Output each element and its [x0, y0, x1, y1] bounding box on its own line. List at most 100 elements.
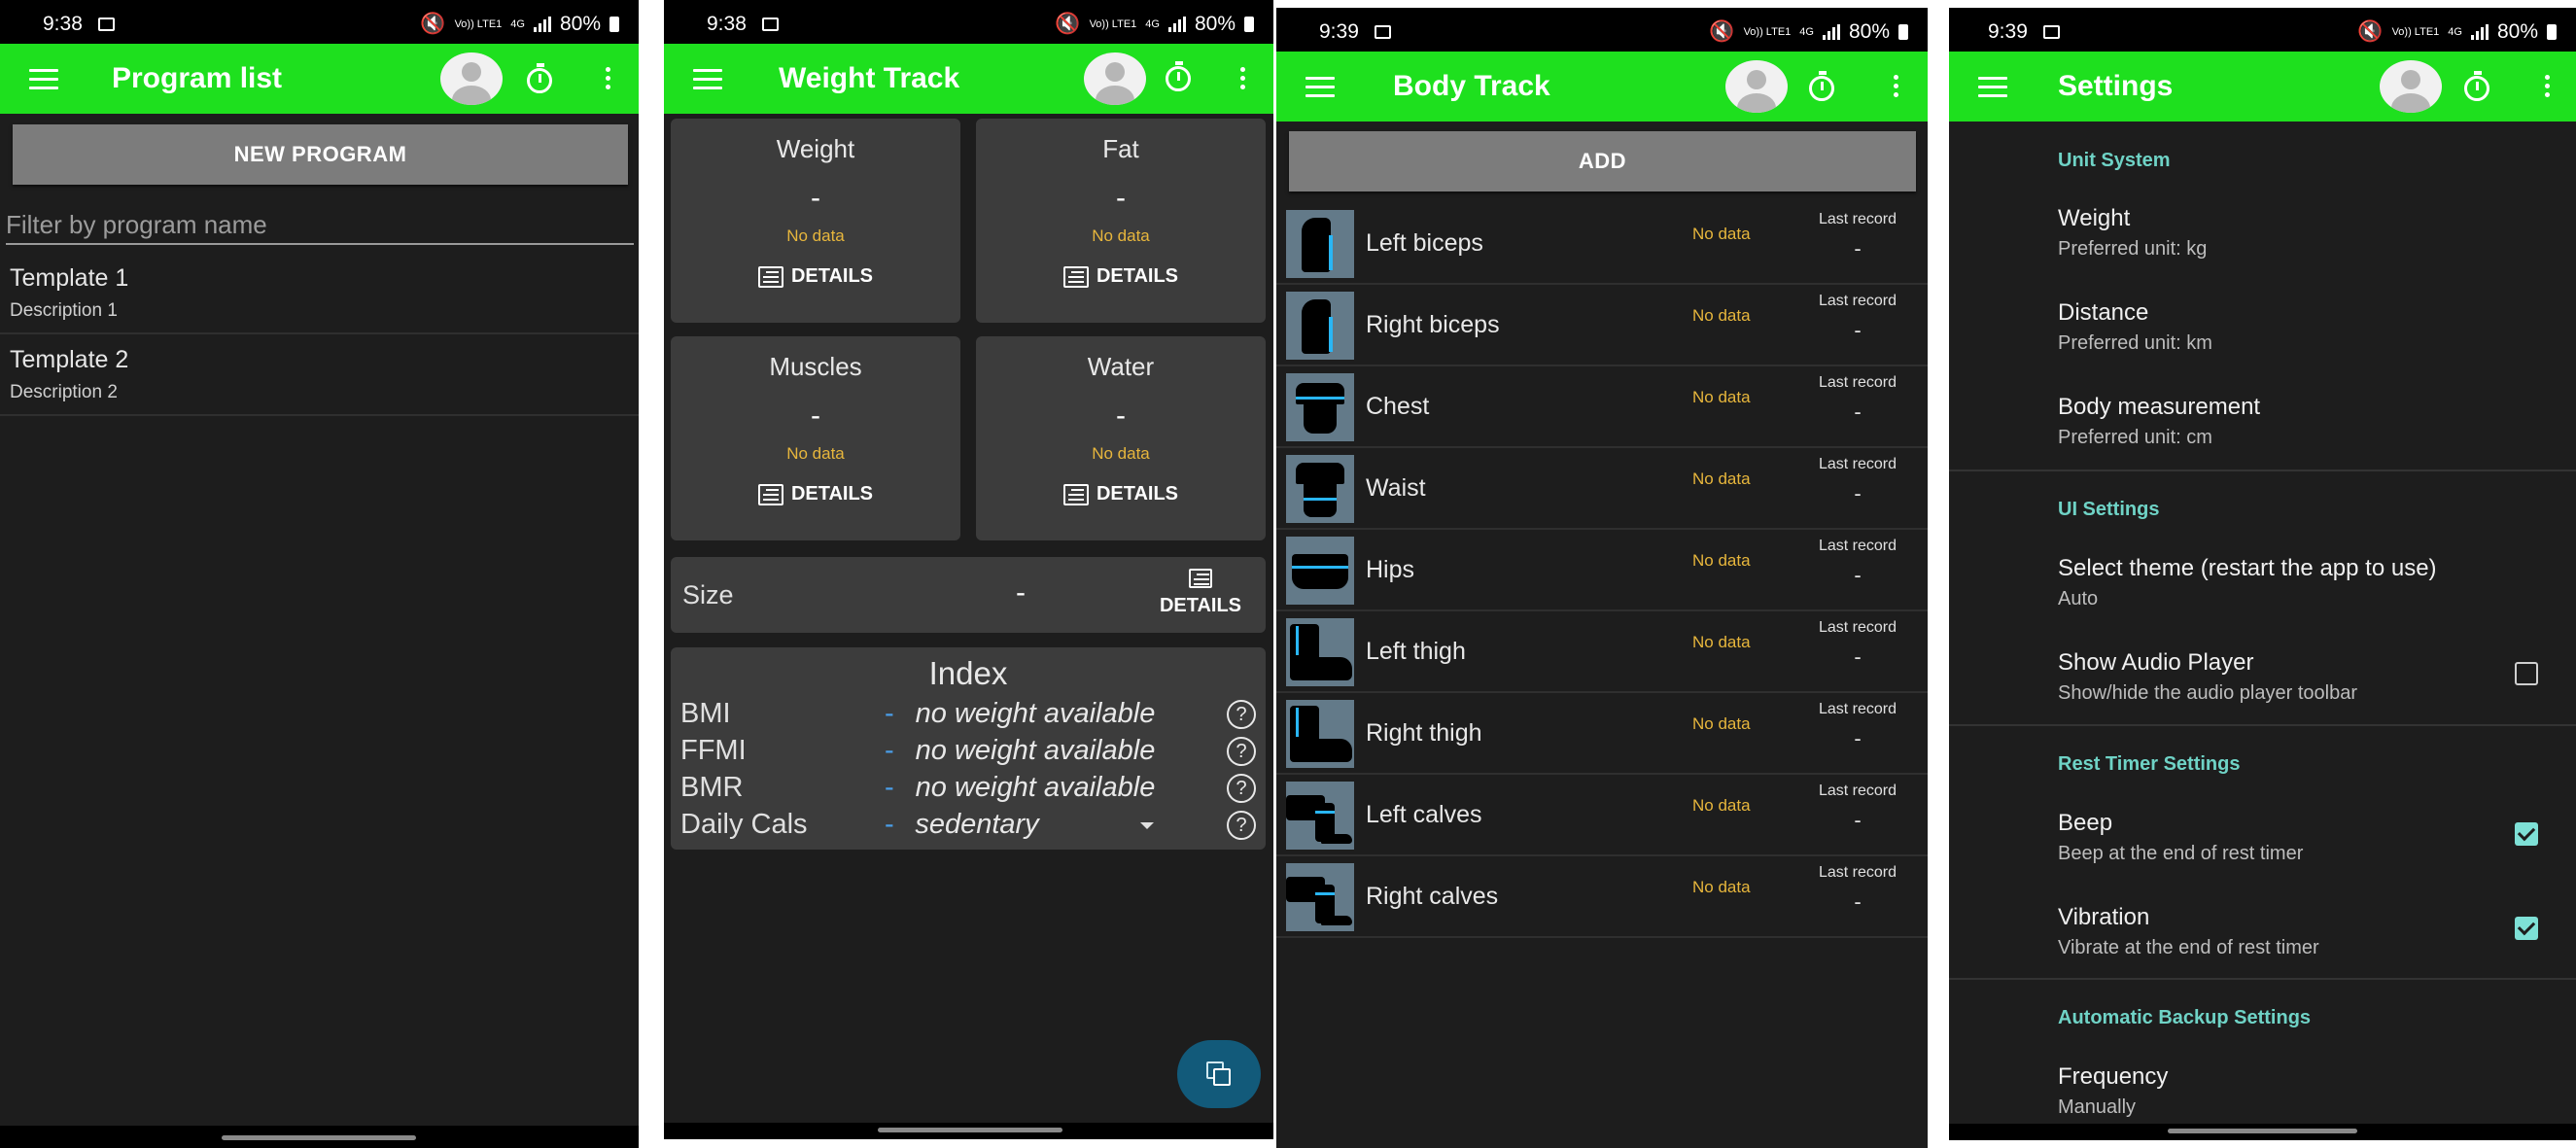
- list-item[interactable]: Template 1 Description 1: [0, 253, 639, 334]
- calves-image: [1286, 782, 1354, 850]
- home-indicator[interactable]: [878, 1128, 1062, 1132]
- card-title: Muscles: [769, 352, 862, 381]
- help-icon[interactable]: ?: [1227, 700, 1256, 729]
- fat-card: Fat - No data DETAILS: [976, 119, 1266, 323]
- overflow-menu-icon[interactable]: [603, 67, 612, 89]
- image-notification-icon: [97, 17, 115, 31]
- overflow-menu-icon[interactable]: [2542, 75, 2552, 97]
- theme-pref[interactable]: Select theme (restart the app to use) Au…: [2058, 555, 2437, 610]
- add-record-icon: [1206, 1061, 1232, 1087]
- app-bar: Settings: [1949, 52, 2576, 122]
- help-icon[interactable]: ?: [1227, 737, 1256, 766]
- index-label: Daily Cals: [680, 809, 808, 840]
- body-part-row[interactable]: Right thigh No data Last record -: [1276, 693, 1928, 775]
- body-part-row[interactable]: Left thigh No data Last record -: [1276, 611, 1928, 693]
- pref-title: Frequency: [2058, 1063, 2169, 1090]
- add-fab-button[interactable]: [1177, 1040, 1261, 1108]
- avatar[interactable]: [440, 52, 503, 105]
- stopwatch-icon[interactable]: [1166, 61, 1191, 91]
- help-icon[interactable]: ?: [1227, 774, 1256, 803]
- weight-unit-pref[interactable]: Weight Preferred unit: kg: [2058, 205, 2207, 261]
- details-label: DETAILS: [1096, 265, 1179, 287]
- stopwatch-icon[interactable]: [2464, 71, 2489, 101]
- last-record-label: Last record: [1818, 211, 1897, 227]
- body-measurement-unit-pref[interactable]: Body measurement Preferred unit: cm: [2058, 394, 2260, 449]
- battery-percent: 80%: [1194, 13, 1236, 35]
- vibration-pref[interactable]: Vibration Vibrate at the end of rest tim…: [2058, 904, 2319, 959]
- index-label: FFMI: [680, 735, 747, 766]
- battery-percent: 80%: [2496, 20, 2538, 43]
- last-record-label: Last record: [1818, 864, 1897, 881]
- stopwatch-icon[interactable]: [527, 63, 552, 93]
- body-part-row[interactable]: Left biceps No data Last record -: [1276, 203, 1928, 285]
- list-icon: [1062, 483, 1089, 505]
- menu-icon[interactable]: [29, 68, 58, 89]
- pref-summary: Preferred unit: kg: [2058, 238, 2208, 260]
- audio-player-checkbox[interactable]: [2515, 662, 2538, 685]
- list-icon: [1189, 569, 1212, 588]
- mute-icon: 🔇: [420, 13, 446, 35]
- stopwatch-icon[interactable]: [1809, 71, 1834, 101]
- chevron-down-icon[interactable]: [1140, 822, 1154, 829]
- program-name: Template 1: [10, 264, 129, 292]
- section-rest-timer: Rest Timer Settings: [2058, 753, 2241, 775]
- body-part-name: Right biceps: [1366, 311, 1500, 338]
- body-part-row[interactable]: Waist No data Last record -: [1276, 448, 1928, 530]
- details-button[interactable]: DETAILS: [671, 265, 960, 288]
- list-item[interactable]: Template 2 Description 2: [0, 334, 639, 416]
- details-button[interactable]: DETAILS: [976, 483, 1266, 505]
- menu-icon[interactable]: [1305, 76, 1335, 97]
- page-title: Weight Track: [779, 62, 960, 94]
- index-card: Index BMI - no weight available ? FFMI -…: [671, 647, 1266, 850]
- no-data-label: No data: [1092, 444, 1150, 463]
- body-part-row[interactable]: Left calves No data Last record -: [1276, 775, 1928, 856]
- audio-player-pref[interactable]: Show Audio Player Show/hide the audio pl…: [2058, 649, 2357, 705]
- last-record-label: Last record: [1818, 619, 1897, 636]
- no-data-label: No data: [786, 226, 845, 245]
- thigh-image: [1286, 700, 1354, 768]
- new-program-button[interactable]: NEW PROGRAM: [13, 124, 628, 185]
- vibration-checkbox[interactable]: [2515, 917, 2538, 940]
- last-record-value: -: [1854, 644, 1862, 669]
- divider: [1949, 724, 2576, 726]
- avatar[interactable]: [2380, 60, 2442, 113]
- pref-title: Distance: [2058, 299, 2149, 326]
- avatar[interactable]: [1084, 52, 1146, 105]
- menu-icon[interactable]: [1978, 76, 2007, 97]
- body-track-screen: 9:39 🔇 Vo)) LTE1 4G 80% Body Track ADD L…: [1276, 8, 1928, 1148]
- overflow-menu-icon[interactable]: [1891, 75, 1900, 97]
- index-dash: -: [885, 735, 894, 766]
- home-indicator[interactable]: [2168, 1129, 2357, 1133]
- filter-input[interactable]: [6, 206, 634, 245]
- body-part-row[interactable]: Hips No data Last record -: [1276, 530, 1928, 611]
- avatar[interactable]: [1725, 60, 1788, 113]
- details-button[interactable]: DETAILS: [976, 265, 1266, 288]
- biceps-image: [1286, 210, 1354, 278]
- body-part-row[interactable]: Right calves No data Last record -: [1276, 856, 1928, 938]
- pref-title: Weight: [2058, 205, 2131, 231]
- pref-title: Select theme (restart the app to use): [2058, 555, 2437, 581]
- list-icon: [757, 483, 783, 505]
- network-label: Vo)) LTE1: [1743, 26, 1792, 38]
- help-icon[interactable]: ?: [1227, 811, 1256, 840]
- bmr-row: BMR - no weight available ?: [671, 772, 1266, 809]
- beep-pref[interactable]: Beep Beep at the end of rest timer: [2058, 810, 2303, 865]
- details-button[interactable]: DETAILS: [671, 483, 960, 505]
- index-value: no weight available: [915, 698, 1156, 729]
- overflow-menu-icon[interactable]: [1237, 67, 1247, 89]
- index-value: no weight available: [915, 772, 1156, 803]
- beep-checkbox[interactable]: [2515, 822, 2538, 846]
- body-part-row[interactable]: Right biceps No data Last record -: [1276, 285, 1928, 366]
- body-part-row[interactable]: Chest No data Last record -: [1276, 366, 1928, 448]
- activity-level-select[interactable]: sedentary: [870, 809, 1084, 841]
- distance-unit-pref[interactable]: Distance Preferred unit: km: [2058, 299, 2212, 355]
- body-part-name: Left biceps: [1366, 229, 1483, 257]
- last-record-value: -: [1854, 726, 1862, 750]
- backup-frequency-pref[interactable]: Frequency Manually: [2058, 1063, 2168, 1119]
- index-value: no weight available: [915, 735, 1156, 766]
- status-time: 9:38: [707, 13, 747, 35]
- home-indicator[interactable]: [222, 1135, 416, 1140]
- menu-icon[interactable]: [693, 68, 722, 89]
- add-button[interactable]: ADD: [1289, 131, 1916, 191]
- size-details-button[interactable]: DETAILS: [1147, 569, 1254, 617]
